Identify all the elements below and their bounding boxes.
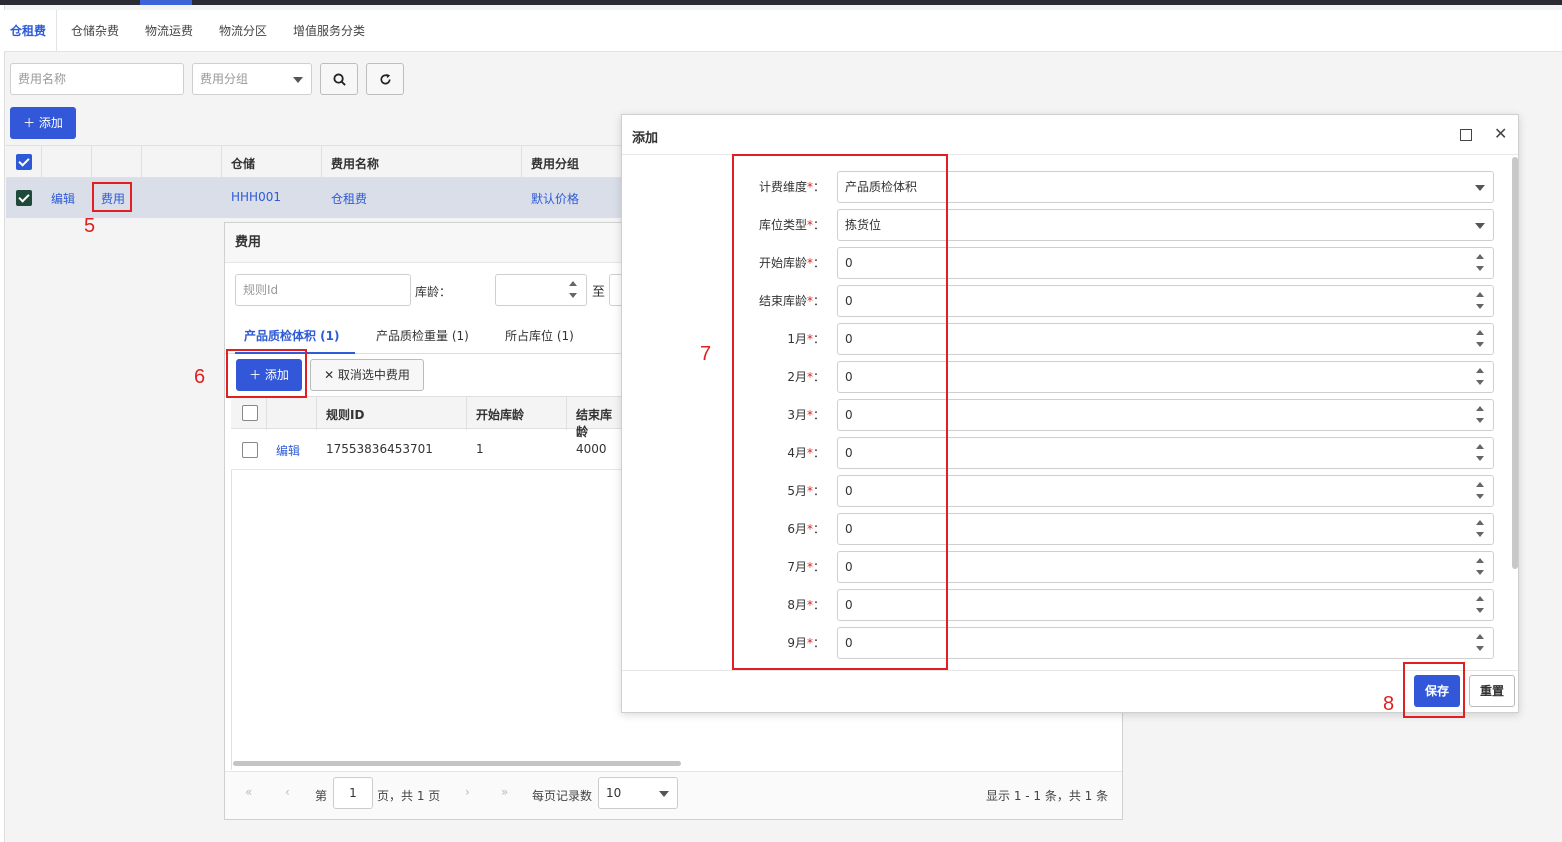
- grid-header: 仓储 费用名称 费用分组: [6, 145, 626, 179]
- reset-button[interactable]: 重置: [1469, 675, 1515, 707]
- per-page-select[interactable]: 10: [598, 777, 678, 809]
- refresh-icon: [380, 73, 391, 85]
- annotation-label-5: 5: [84, 215, 96, 237]
- page-prefix: 第: [315, 789, 328, 803]
- dialog-title: 添加: [632, 131, 659, 146]
- fee-row-checkbox[interactable]: [242, 442, 258, 458]
- spinner-icon[interactable]: [1476, 596, 1485, 614]
- search-button[interactable]: [320, 63, 358, 95]
- spinner-icon[interactable]: [1476, 406, 1485, 424]
- spinner-icon[interactable]: [1476, 558, 1485, 576]
- rule-id-input[interactable]: 规则Id: [235, 274, 411, 306]
- spinner-icon[interactable]: [1476, 330, 1485, 348]
- row-edit-link[interactable]: 编辑: [51, 190, 75, 207]
- spinner-icon[interactable]: [569, 281, 578, 299]
- chevron-down-icon: [1475, 185, 1485, 191]
- row-warehouse[interactable]: HHH001: [231, 190, 281, 204]
- per-page-label: 每页记录数: [532, 789, 593, 803]
- spinner-icon[interactable]: [1476, 520, 1485, 538]
- spinner-icon[interactable]: [1476, 634, 1485, 652]
- tab-bar: 仓租费 仓储杂费 物流运费 物流分区 增值服务分类: [4, 10, 1562, 52]
- annotation-box-6: [226, 349, 307, 398]
- fee-grid-header: 规则ID 开始库龄 结束库龄: [231, 396, 622, 439]
- page-number-input[interactable]: 1: [333, 777, 373, 809]
- header-fee-group[interactable]: 费用分组: [531, 155, 579, 172]
- refresh-button[interactable]: [366, 63, 404, 95]
- cancel-selected-fee-button[interactable]: ✕ 取消选中费用: [310, 359, 424, 391]
- header-rule-id[interactable]: 规则ID: [326, 406, 364, 423]
- fee-group-placeholder: 费用分组: [200, 72, 249, 86]
- table-row[interactable]: 编辑 17553836453701 1 4000: [231, 430, 622, 470]
- row-fee-name[interactable]: 仓租费: [331, 190, 367, 207]
- fee-name-input[interactable]: 费用名称: [10, 63, 184, 95]
- annotation-box-8: [1403, 662, 1465, 718]
- annotation-label-7: 7: [700, 343, 712, 365]
- horizontal-scrollbar[interactable]: [233, 761, 681, 766]
- tab-storage-misc[interactable]: 仓储杂费: [71, 10, 119, 52]
- fee-select-all-checkbox[interactable]: [242, 405, 258, 421]
- to-label: 至: [592, 285, 606, 300]
- chevron-down-icon: [659, 791, 669, 797]
- pagination-bar: « ‹ 第 1 页，共 1 页 › » 每页记录数 10 显示 1 - 1 条，…: [225, 771, 1122, 819]
- maximize-icon[interactable]: [1460, 129, 1472, 141]
- chevron-down-icon: [1475, 223, 1485, 229]
- fee-group-select[interactable]: 费用分组: [192, 63, 312, 95]
- chevron-down-icon: [293, 77, 303, 83]
- page-suffix: 页，共 1 页: [377, 789, 441, 803]
- row-fee-group[interactable]: 默认价格: [531, 190, 579, 207]
- fee-row-end-age: 4000: [576, 442, 607, 456]
- header-start-age[interactable]: 开始库龄: [476, 406, 524, 423]
- fee-row-edit-link[interactable]: 编辑: [276, 442, 300, 459]
- fee-row-rule-id: 17553836453701: [326, 442, 433, 456]
- close-icon[interactable]: ✕: [1494, 124, 1507, 143]
- prev-page-icon[interactable]: ‹: [285, 785, 290, 799]
- search-icon: [332, 73, 346, 86]
- tab-warehouse-rent[interactable]: 仓租费: [10, 10, 58, 52]
- tab-product-volume[interactable]: 产品质检体积 (1): [244, 327, 340, 344]
- add-button[interactable]: ＋ 添加: [10, 107, 76, 139]
- annotation-box-7: [732, 154, 948, 670]
- age-from-input[interactable]: [495, 274, 587, 306]
- age-label: 库龄：: [415, 285, 452, 299]
- header-fee-name[interactable]: 费用名称: [331, 155, 379, 172]
- first-page-icon[interactable]: «: [245, 785, 252, 799]
- next-page-icon[interactable]: ›: [465, 785, 470, 799]
- spinner-icon[interactable]: [1476, 444, 1485, 462]
- fee-row-start-age: 1: [476, 442, 484, 456]
- header-warehouse[interactable]: 仓储: [231, 155, 255, 172]
- last-page-icon[interactable]: »: [501, 785, 508, 799]
- row-checkbox[interactable]: [16, 190, 32, 206]
- spinner-icon[interactable]: [1476, 292, 1485, 310]
- dialog-title-bar: 添加 ✕: [622, 115, 1518, 155]
- spinner-icon[interactable]: [1476, 368, 1485, 386]
- annotation-box-5: [92, 182, 132, 212]
- tab-product-weight[interactable]: 产品质检重量 (1): [376, 327, 469, 344]
- tab-logistics-zone[interactable]: 物流分区: [219, 10, 267, 52]
- tab-logistics-freight[interactable]: 物流运费: [145, 10, 193, 52]
- tab-value-added-category[interactable]: 增值服务分类: [293, 10, 365, 52]
- annotation-label-6: 6: [194, 366, 206, 388]
- per-page-value: 10: [606, 786, 622, 800]
- record-summary: 显示 1 - 1 条，共 1 条: [986, 789, 1109, 803]
- select-all-checkbox[interactable]: [16, 154, 32, 170]
- spinner-icon[interactable]: [1476, 482, 1485, 500]
- tab-occupied-location[interactable]: 所占库位 (1): [505, 327, 574, 344]
- vertical-scrollbar[interactable]: [1512, 157, 1518, 569]
- annotation-label-8: 8: [1383, 693, 1395, 715]
- spinner-icon[interactable]: [1476, 254, 1485, 272]
